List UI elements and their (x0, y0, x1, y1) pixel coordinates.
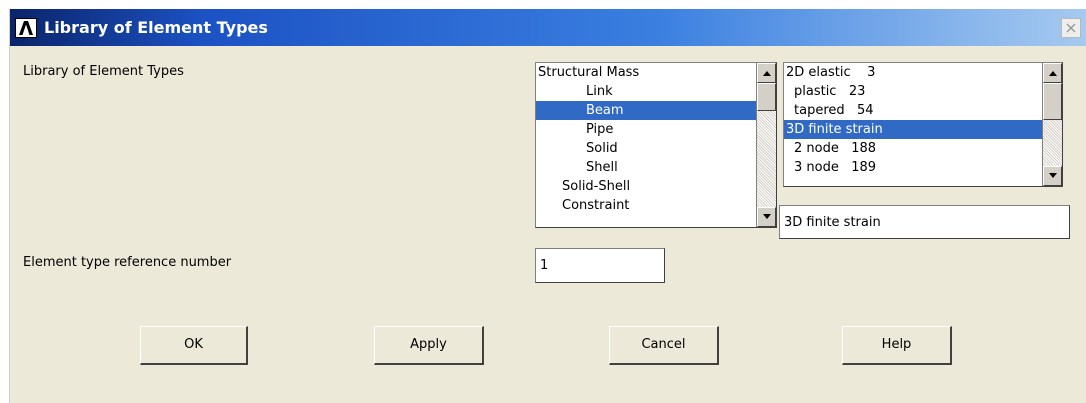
ref-number-label: Element type reference number (23, 255, 232, 270)
dialog-window: Library of Element Types Library of Elem… (9, 9, 1086, 403)
library-label: Library of Element Types (23, 64, 184, 79)
list-item[interactable]: 2D elastic 3 (784, 63, 1042, 82)
list-item[interactable]: Structural Mass (536, 63, 756, 82)
list-item[interactable]: plastic 23 (784, 82, 1042, 101)
element-type-listbox[interactable]: 2D elastic 3 plastic 23 tapered 54 3D finit… (783, 62, 1063, 187)
list-item[interactable]: Constraint (536, 196, 756, 215)
scroll-thumb[interactable] (757, 83, 776, 111)
ansys-logo-icon (15, 18, 37, 38)
scroll-up-button[interactable] (757, 63, 776, 83)
type-scrollbar[interactable] (1042, 63, 1062, 186)
arrow-down-icon (763, 214, 771, 219)
category-listbox[interactable]: Structural Mass Link Beam Pipe Solid Shell Sol… (535, 62, 777, 228)
category-scrollbar[interactable] (756, 63, 776, 227)
cancel-button[interactable]: Cancel (609, 326, 719, 365)
scroll-down-button[interactable] (1043, 166, 1062, 186)
selected-type-field[interactable] (779, 205, 1070, 239)
list-item[interactable]: 3 node 189 (784, 158, 1042, 177)
scroll-down-button[interactable] (757, 207, 776, 227)
list-item[interactable]: Solid (536, 139, 756, 158)
ref-number-input[interactable] (535, 248, 665, 283)
list-item[interactable]: 3D finite strain (784, 120, 1042, 139)
list-item[interactable]: Pipe (536, 120, 756, 139)
list-item[interactable]: Shell (536, 158, 756, 177)
arrow-down-icon (1049, 173, 1057, 178)
title-bar[interactable]: Library of Element Types (10, 9, 1086, 46)
ok-button[interactable]: OK (140, 326, 248, 365)
list-item[interactable]: Solid-Shell (536, 177, 756, 196)
scroll-up-button[interactable] (1043, 63, 1062, 83)
window-title: Library of Element Types (44, 18, 268, 37)
arrow-up-icon (763, 71, 771, 76)
list-item[interactable]: Link (536, 82, 756, 101)
apply-button[interactable]: Apply (374, 326, 484, 365)
list-item[interactable]: 2 node 188 (784, 139, 1042, 158)
arrow-up-icon (1049, 71, 1057, 76)
close-icon[interactable] (1061, 18, 1081, 38)
list-item[interactable]: Beam (536, 101, 756, 120)
list-item[interactable]: tapered 54 (784, 101, 1042, 120)
help-button[interactable]: Help (842, 326, 952, 365)
scroll-thumb[interactable] (1043, 83, 1062, 120)
